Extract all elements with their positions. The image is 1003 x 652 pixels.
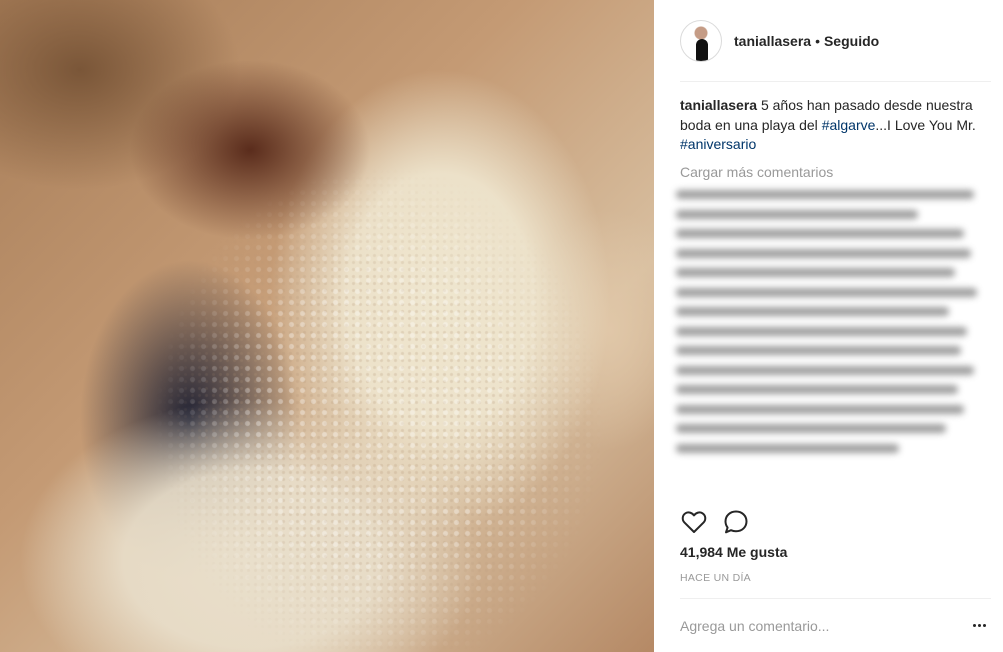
header-divider xyxy=(680,81,991,82)
post-timestamp: HACE UN DÍA xyxy=(680,572,751,584)
caption-username[interactable]: taniallasera xyxy=(680,97,757,113)
blurred-comments xyxy=(676,190,986,505)
caption-text-2: ...I Love You Mr. xyxy=(875,116,976,133)
header-separator: • xyxy=(815,33,820,49)
header-text: taniallasera • Seguido xyxy=(734,33,879,49)
load-more-comments-link[interactable]: Cargar más comentarios xyxy=(680,163,980,183)
comments-section: taniallasera 5 años han pasado desde nue… xyxy=(680,96,980,182)
post-side-panel: taniallasera • Seguido taniallasera 5 añ… xyxy=(654,0,1003,652)
heart-icon[interactable] xyxy=(680,508,708,536)
header-username[interactable]: taniallasera xyxy=(734,33,811,49)
photo-texture xyxy=(0,0,654,652)
more-options-icon[interactable] xyxy=(967,614,991,638)
likes-count[interactable]: 41,984 Me gusta xyxy=(680,544,787,560)
comment-input[interactable] xyxy=(680,617,967,634)
hashtag-algarve[interactable]: #algarve xyxy=(822,117,876,133)
post-header: taniallasera • Seguido xyxy=(654,0,1003,82)
comment-icon[interactable] xyxy=(722,508,750,536)
hashtag-aniversario[interactable]: #aniversario xyxy=(680,136,756,152)
follow-status-button[interactable]: Seguido xyxy=(824,33,879,49)
add-comment-bar xyxy=(680,598,991,652)
post-photo[interactable] xyxy=(0,0,654,652)
avatar[interactable] xyxy=(680,20,722,62)
post-caption: taniallasera 5 años han pasado desde nue… xyxy=(680,96,980,155)
post-actions xyxy=(680,508,750,536)
